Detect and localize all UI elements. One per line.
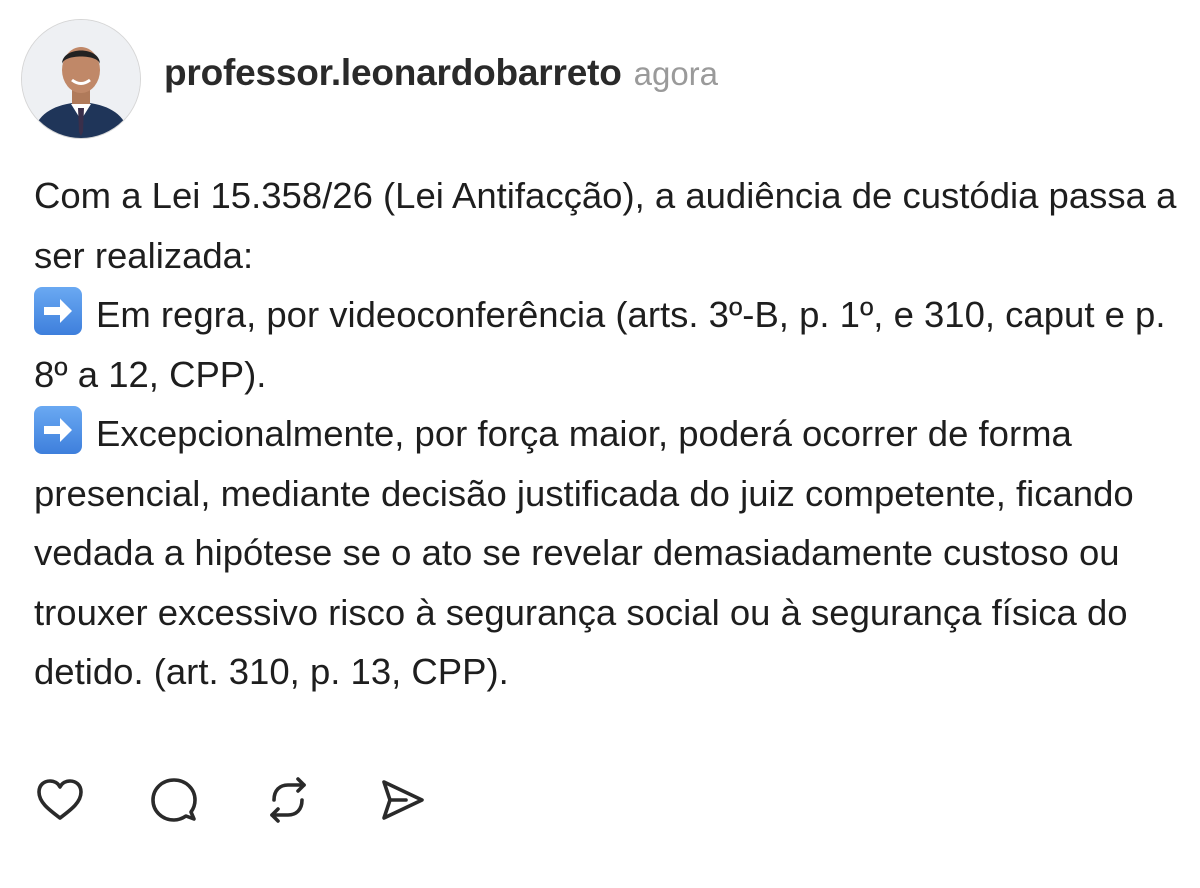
timestamp: agora [633, 55, 719, 92]
avatar[interactable] [22, 20, 140, 138]
username[interactable]: professor.leonardobarreto [164, 52, 622, 94]
post-intro: Com a Lei 15.358/26 (Lei Antifacção), a … [34, 175, 1177, 276]
post-bullet: Em regra, por videoconferência (arts. 3º… [34, 285, 1184, 404]
post-body: Com a Lei 15.358/26 (Lei Antifacção), a … [34, 166, 1184, 702]
like-button[interactable] [34, 774, 86, 826]
repost-icon [270, 777, 306, 823]
post-bullet-text: Excepcionalmente, por força maior, poder… [34, 413, 1134, 692]
post-bullet-text: Em regra, por videoconferência (arts. 3º… [34, 294, 1166, 395]
heart-icon [37, 779, 83, 820]
share-icon [382, 780, 424, 820]
right-arrow-icon [34, 406, 82, 454]
action-bar [34, 774, 490, 826]
right-arrow-icon [34, 287, 82, 335]
comment-button[interactable] [148, 774, 200, 826]
post-bullet: Excepcionalmente, por força maior, poder… [34, 404, 1184, 702]
repost-button[interactable] [262, 774, 314, 826]
comment-icon [151, 778, 197, 822]
post-header: professor.leonardobarreto agora [164, 52, 718, 102]
share-button[interactable] [376, 774, 428, 826]
